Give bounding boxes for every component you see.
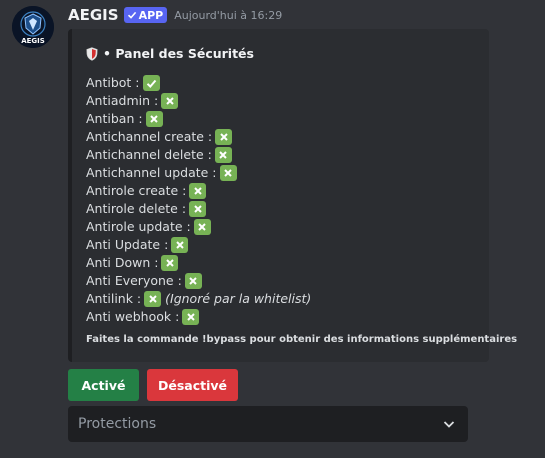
- cross-mark-icon: [182, 309, 200, 325]
- protection-line: Antirole delete :: [86, 200, 311, 218]
- protection-label: Antiban :: [86, 111, 143, 126]
- protection-label: Antirole delete :: [86, 201, 187, 216]
- cross-mark-icon: [219, 165, 237, 181]
- protection-list: Antibot : Antiadmin : Antiban : Antichannel…: [86, 74, 311, 326]
- chevron-down-icon: [443, 421, 455, 428]
- protection-line: Anti Everyone :: [86, 272, 311, 290]
- app-badge: APP: [123, 7, 168, 23]
- protection-label: Anti Down :: [86, 255, 159, 270]
- bot-message: AEGIS AEGIS APP Aujourd'hui à 16:29 • Pa…: [0, 0, 545, 458]
- cross-mark-icon: [189, 183, 207, 199]
- enable-button[interactable]: Activé: [68, 369, 139, 401]
- protection-line: Anti Update :: [86, 236, 311, 254]
- protection-label: Antilink :: [86, 291, 142, 306]
- protection-label: Antichannel update :: [86, 165, 217, 180]
- protection-label: Anti Update :: [86, 237, 169, 252]
- protection-label: Anti Everyone :: [86, 273, 182, 288]
- protection-line: Antichannel delete :: [86, 146, 311, 164]
- protection-label: Anti webhook :: [86, 309, 180, 324]
- protection-label: Antiadmin :: [86, 93, 159, 108]
- security-panel-embed: • Panel des Sécurités Antibot : Antiadmin…: [68, 29, 517, 362]
- app-badge-label: APP: [138, 8, 164, 22]
- aegis-logo-icon: AEGIS: [12, 6, 54, 48]
- embed-title-text: • Panel des Sécurités: [103, 46, 254, 61]
- protection-label: Antibot :: [86, 75, 140, 90]
- cross-mark-icon: [215, 129, 233, 145]
- protection-line: Antiban :: [86, 110, 311, 128]
- username[interactable]: AEGIS: [68, 6, 119, 24]
- cross-mark-icon: [184, 273, 202, 289]
- protection-line: Anti Down :: [86, 254, 311, 272]
- cross-mark-icon: [193, 219, 211, 235]
- protection-line: Antichannel update :: [86, 164, 311, 182]
- svg-text:AEGIS: AEGIS: [21, 37, 45, 45]
- protections-select[interactable]: Protections: [68, 406, 468, 442]
- protection-line: Antirole update :: [86, 218, 311, 236]
- cross-mark-icon: [145, 111, 163, 127]
- protection-line: Antilink : (Ignoré par la whitelist): [86, 290, 311, 308]
- protection-label: Antirole update :: [86, 219, 191, 234]
- message-header: AEGIS APP Aujourd'hui à 16:29: [68, 5, 282, 25]
- cross-mark-icon: [189, 201, 207, 217]
- protection-line: Antibot :: [86, 74, 311, 92]
- protection-line: Anti webhook :: [86, 308, 311, 326]
- timestamp: Aujourd'hui à 16:29: [174, 8, 283, 22]
- avatar[interactable]: AEGIS: [12, 6, 54, 48]
- cross-mark-icon: [144, 291, 162, 307]
- protection-label: Antirole create :: [86, 183, 187, 198]
- disable-button[interactable]: Désactivé: [147, 369, 238, 401]
- protection-line: Antichannel create :: [86, 128, 311, 146]
- cross-mark-icon: [161, 255, 179, 271]
- select-placeholder: Protections: [78, 416, 157, 432]
- check-mark-icon: [142, 75, 160, 91]
- cross-mark-icon: [161, 93, 179, 109]
- protection-note: (Ignoré par la whitelist): [165, 291, 312, 306]
- shield-icon: [86, 46, 98, 61]
- protection-line: Antirole create :: [86, 182, 311, 200]
- cross-mark-icon: [214, 147, 232, 163]
- cross-mark-icon: [171, 237, 189, 253]
- verified-check-icon: [127, 11, 136, 19]
- embed-title: • Panel des Sécurités: [86, 46, 254, 61]
- protection-line: Antiadmin :: [86, 92, 311, 110]
- protection-label: Antichannel create :: [86, 129, 213, 144]
- protection-label: Antichannel delete :: [86, 147, 212, 162]
- embed-footer: Faites la commande !bypass pour obtenir …: [86, 334, 518, 345]
